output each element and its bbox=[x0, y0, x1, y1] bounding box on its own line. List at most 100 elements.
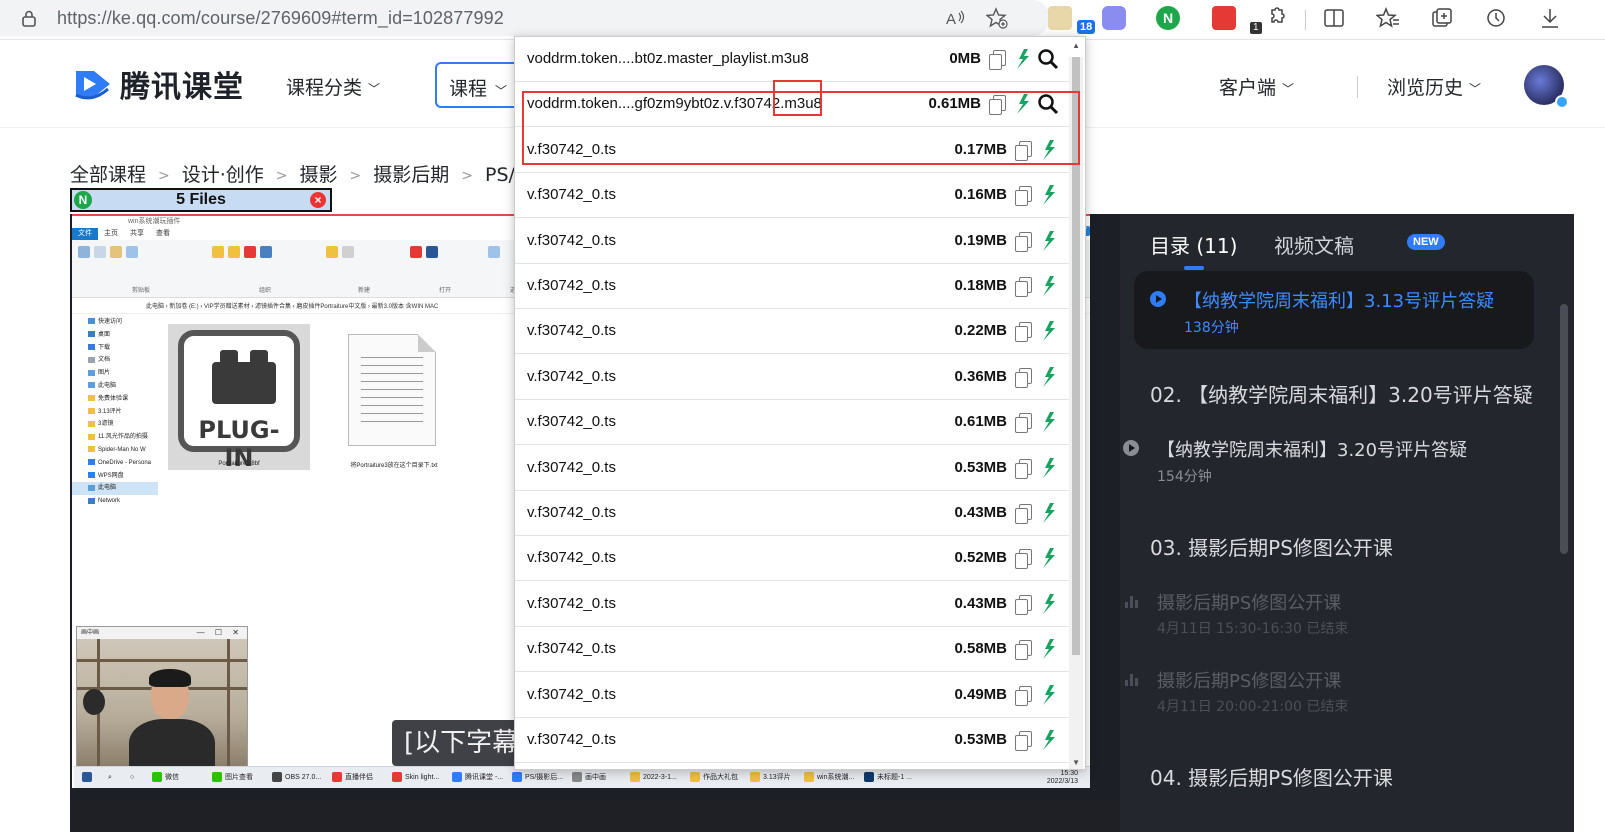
search-icon[interactable] bbox=[1037, 48, 1059, 70]
chevron-down-icon: ﹀ bbox=[1469, 82, 1482, 96]
toolbar-separator bbox=[1305, 10, 1306, 30]
url-text[interactable]: https://ke.qq.com/course/2769609#term_id… bbox=[57, 8, 504, 29]
extensions-puzzle-icon[interactable] bbox=[1264, 6, 1288, 30]
download-row[interactable]: v.f30742_0.ts 0.53MB bbox=[515, 446, 1069, 491]
copy-link-icon[interactable] bbox=[1015, 367, 1032, 388]
copy-link-icon[interactable] bbox=[1015, 277, 1032, 297]
search-type-select[interactable]: 课程 ﹀ bbox=[449, 74, 507, 101]
live-bars-icon bbox=[1125, 674, 1141, 686]
lesson-item-active[interactable]: 【纳教学院周末福利】3.13号评片答疑 138分钟 bbox=[1134, 271, 1534, 349]
tab-transcript[interactable]: 视频文稿 bbox=[1274, 230, 1354, 259]
download-row[interactable]: v.f30742_0.ts 0.58MB bbox=[515, 627, 1069, 673]
download-icon[interactable] bbox=[1039, 593, 1057, 615]
lock-icon[interactable] bbox=[20, 9, 38, 27]
sidebar-tabs: 目录 (11) 视频文稿 NEW bbox=[1120, 214, 1574, 276]
download-icon[interactable] bbox=[1039, 547, 1057, 569]
copy-link-icon[interactable] bbox=[1015, 685, 1032, 706]
text-file-name: 将Portraiture3放在这个目录下.txt bbox=[350, 463, 438, 469]
explorer-tab: 主页 bbox=[104, 230, 118, 237]
plugin-file-name: Portraiture3.8bf bbox=[218, 461, 260, 467]
download-row[interactable]: v.f30742_0.ts 0.16MB bbox=[515, 173, 1069, 219]
task-view-icon: ○ bbox=[130, 774, 135, 781]
taskbar-item: Skin light... bbox=[392, 771, 439, 785]
copy-link-icon[interactable] bbox=[1015, 413, 1032, 434]
video-controls-bar[interactable] bbox=[70, 800, 1120, 832]
header-separator bbox=[1357, 76, 1358, 98]
download-icon[interactable] bbox=[1039, 411, 1057, 433]
copy-link-icon[interactable] bbox=[1015, 458, 1032, 479]
download-icon[interactable] bbox=[1039, 184, 1057, 206]
explorer-nav-item: 桌面 bbox=[72, 329, 158, 342]
taskbar-item: 微信 bbox=[152, 771, 179, 785]
client-download-menu[interactable]: 客户端 ﹀ bbox=[1219, 73, 1294, 100]
download-row[interactable]: voddrm.token....bt0z.master_playlist.m3u… bbox=[515, 37, 1069, 82]
download-row[interactable]: v.f30742_0.ts 0.52MB bbox=[515, 536, 1069, 582]
close-icon[interactable]: × bbox=[310, 192, 326, 208]
file-size: 0.53MB bbox=[954, 458, 1007, 476]
copy-link-icon[interactable] bbox=[989, 50, 1006, 70]
download-row[interactable]: v.f30742_0.ts 0.22MB bbox=[515, 309, 1069, 355]
copy-link-icon[interactable] bbox=[1015, 504, 1032, 524]
n-extension-icon[interactable]: N bbox=[1156, 6, 1180, 30]
course-category-label: 课程分类 bbox=[286, 77, 363, 99]
file-size: 0.53MB bbox=[954, 731, 1007, 748]
sidebar-scrollbar[interactable] bbox=[1560, 304, 1568, 554]
red-extension-icon[interactable] bbox=[1212, 6, 1236, 30]
download-icon[interactable] bbox=[1039, 366, 1057, 388]
file-name: v.f30742_0.ts bbox=[527, 549, 616, 567]
copy-link-icon[interactable] bbox=[1015, 549, 1032, 570]
add-favorite-icon[interactable] bbox=[986, 7, 1008, 29]
download-row[interactable]: v.f30742_0.ts 0.49MB bbox=[515, 673, 1069, 718]
download-icon[interactable] bbox=[1039, 684, 1057, 706]
scroll-up-icon[interactable]: ▲ bbox=[1072, 41, 1080, 50]
download-row[interactable]: v.f30742_0.ts 0.43MB bbox=[515, 582, 1069, 627]
breadcrumb-item[interactable]: 摄影 bbox=[300, 160, 338, 187]
address-bar[interactable]: https://ke.qq.com/course/2769609#term_id… bbox=[0, 0, 1050, 36]
explorer-nav-item: 11.风光作品的拍摄 bbox=[72, 431, 158, 444]
sniffer-files-bar[interactable]: N 5 Files × bbox=[70, 188, 332, 212]
download-icon[interactable] bbox=[1039, 457, 1057, 479]
course-category-menu[interactable]: 课程分类 ﹀ bbox=[286, 73, 380, 100]
download-icon[interactable] bbox=[1039, 638, 1057, 660]
download-icon[interactable] bbox=[1013, 48, 1031, 70]
copy-link-icon[interactable] bbox=[1015, 731, 1032, 751]
browse-history-menu[interactable]: 浏览历史 ﹀ bbox=[1387, 73, 1481, 100]
explorer-nav-item: 3滤镜 bbox=[72, 418, 158, 431]
download-row[interactable]: v.f30742_0.ts 0.19MB bbox=[515, 219, 1069, 264]
download-row[interactable]: v.f30742_0.ts 0.61MB bbox=[515, 400, 1069, 446]
taskbar-item: 图片查看 bbox=[212, 771, 253, 785]
breadcrumb-item[interactable]: 全部课程 bbox=[70, 160, 146, 187]
explorer-tab: 文件 bbox=[72, 228, 98, 240]
download-icon[interactable] bbox=[1039, 320, 1057, 342]
read-aloud-icon[interactable]: A bbox=[944, 7, 966, 29]
site-logo[interactable]: 腾讯课堂 bbox=[72, 62, 244, 106]
breadcrumb-item[interactable]: 摄影后期 bbox=[373, 160, 449, 187]
download-row[interactable]: v.f30742_0.ts 0.36MB bbox=[515, 355, 1069, 400]
favorites-icon[interactable] bbox=[1376, 6, 1400, 30]
copy-link-icon[interactable] bbox=[1015, 640, 1032, 661]
download-row[interactable]: v.f30742_0.ts 0.18MB bbox=[515, 264, 1069, 309]
video-subtitle: [以下字幕 bbox=[392, 720, 526, 766]
discord-extension-icon[interactable] bbox=[1102, 6, 1126, 30]
copy-link-icon[interactable] bbox=[1015, 594, 1032, 615]
collections-icon[interactable] bbox=[1430, 6, 1454, 30]
tab-catalog[interactable]: 目录 (11) bbox=[1150, 230, 1237, 259]
breadcrumb: 全部课程>设计·创作>摄影>摄影后期>PS/摄影 bbox=[70, 160, 553, 187]
download-icon[interactable] bbox=[1039, 230, 1057, 252]
file-size: 0.19MB bbox=[954, 231, 1007, 249]
download-icon[interactable] bbox=[1039, 729, 1057, 751]
download-icon[interactable] bbox=[1039, 275, 1057, 297]
copy-link-icon[interactable] bbox=[1015, 186, 1032, 207]
breadcrumb-item[interactable]: 设计·创作 bbox=[182, 160, 264, 187]
download-row[interactable]: v.f30742_0.ts 0.43MB bbox=[515, 491, 1069, 536]
history-icon[interactable] bbox=[1484, 6, 1508, 30]
downloads-icon[interactable] bbox=[1538, 6, 1562, 30]
split-screen-icon[interactable] bbox=[1322, 6, 1346, 30]
download-icon[interactable] bbox=[1039, 502, 1057, 524]
windows-start-icon bbox=[82, 771, 95, 785]
downloader-extension-icon[interactable] bbox=[1048, 6, 1072, 30]
copy-link-icon[interactable] bbox=[1015, 231, 1032, 252]
copy-link-icon[interactable] bbox=[1015, 322, 1032, 343]
scroll-down-icon[interactable]: ▼ bbox=[1072, 758, 1080, 767]
download-row[interactable]: v.f30742_0.ts 0.53MB bbox=[515, 718, 1069, 763]
